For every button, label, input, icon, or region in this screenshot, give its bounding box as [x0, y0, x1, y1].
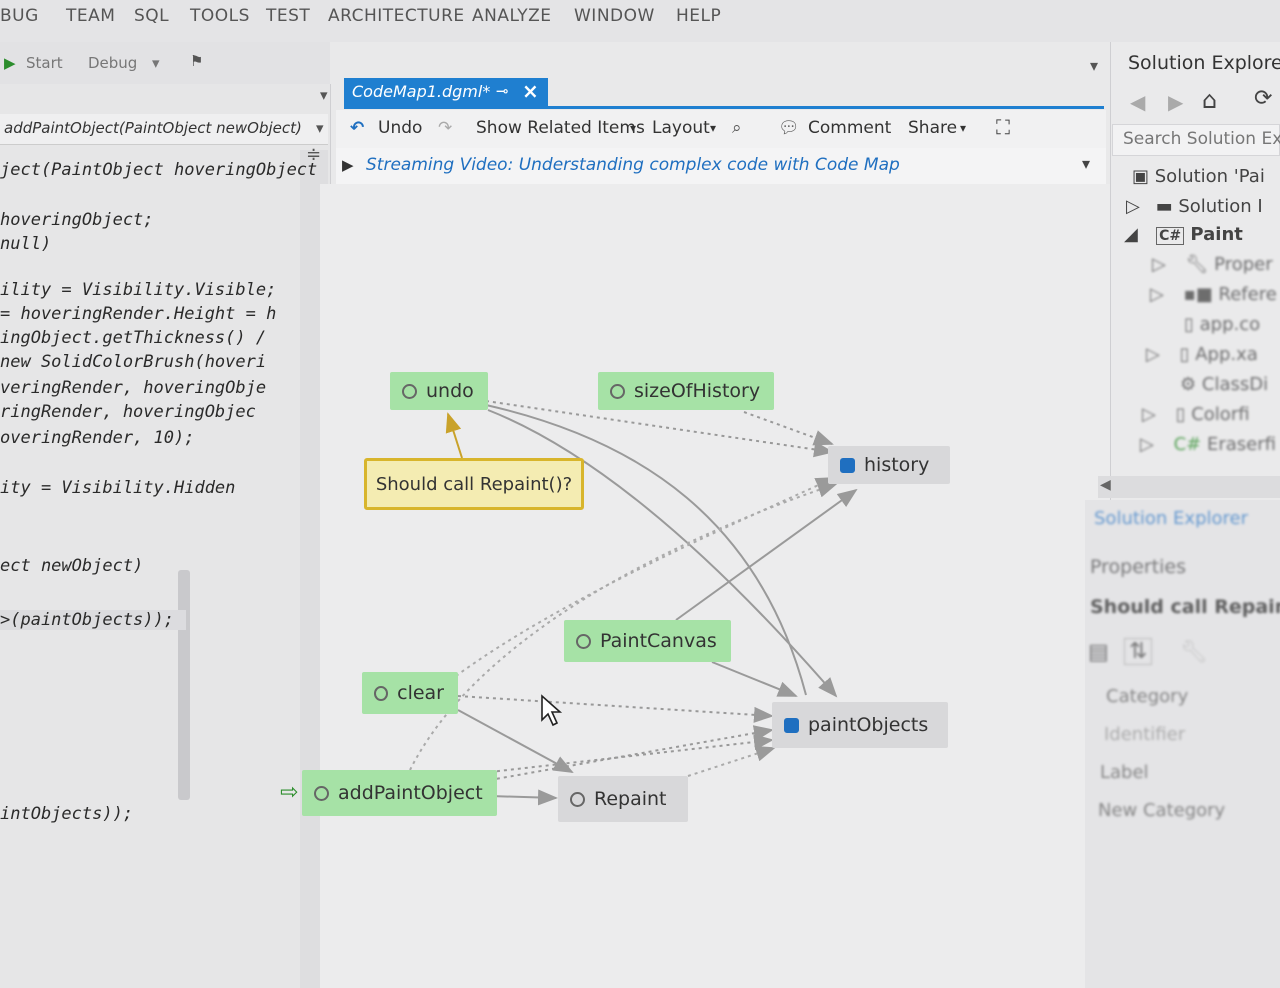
edge-repaint-paintobjects: [687, 745, 776, 777]
tree-item-class-diagram[interactable]: ⚙ ClassDi: [1180, 374, 1268, 395]
tree-item-eraserfill[interactable]: ▷ C# Eraserfi: [1140, 434, 1276, 455]
tree-item-app-config[interactable]: ▯ app.co: [1184, 314, 1260, 335]
method-icon: [402, 383, 417, 399]
properties-title: Properties: [1090, 556, 1187, 578]
wrench-icon[interactable]: 🔧︎: [1180, 640, 1208, 665]
method-icon: [314, 785, 329, 801]
tree-item-colorfill[interactable]: ▷ ▯ Colorfi: [1142, 404, 1250, 425]
tree-item-properties[interactable]: ▷ 🔧︎ Proper: [1152, 254, 1273, 275]
edge-sizeofhistory-history: [743, 411, 834, 446]
edge-comment-undo: [445, 412, 463, 459]
edge-clear-paintobjects: [457, 695, 774, 723]
edge-paintcanvas-paintobjects: [711, 661, 798, 697]
back-icon[interactable]: ◀: [1130, 90, 1145, 114]
properties-selected-object: Should call Repaint: [1090, 596, 1280, 618]
expand-icon[interactable]: ▷: [1140, 434, 1154, 455]
tree-item-paint[interactable]: ◢ C# Paint: [1124, 224, 1243, 245]
expand-icon[interactable]: ▷: [1142, 404, 1156, 425]
tree-item-solution[interactable]: ▣ Solution 'Pai: [1132, 166, 1265, 187]
home-icon[interactable]: ⌂: [1202, 86, 1217, 114]
categorized-icon[interactable]: ▤: [1088, 640, 1109, 665]
node-repaint[interactable]: Repaint: [558, 776, 688, 822]
tree-item-references[interactable]: ▷ ▪■ Refere: [1150, 284, 1277, 305]
node-clear[interactable]: clear: [362, 672, 458, 714]
forward-icon[interactable]: ▶: [1168, 90, 1183, 114]
node-history[interactable]: history: [828, 446, 950, 484]
method-icon: [570, 791, 585, 807]
file-icon: ▯: [1184, 314, 1194, 335]
method-icon: [610, 383, 625, 399]
property-row-label: Category: [1106, 686, 1189, 707]
node-label: history: [864, 454, 930, 476]
tree-item-app-xaml[interactable]: ▷ ▯ App.xa: [1146, 344, 1258, 365]
csharp-file-icon: C#: [1173, 434, 1202, 455]
tree-item-solution-items[interactable]: ▷ ▬ Solution I: [1126, 196, 1263, 217]
expand-icon[interactable]: ▷: [1126, 196, 1140, 217]
property-row-label: New Category: [1098, 800, 1226, 821]
edge-addpaintobject-repaint: [489, 789, 558, 806]
scroll-left-icon[interactable]: ◀: [1100, 477, 1111, 493]
refresh-icon[interactable]: ⟳: [1254, 86, 1272, 111]
method-icon: [576, 633, 591, 649]
field-icon: [784, 717, 799, 733]
node-label: addPaintObject: [338, 782, 483, 804]
file-icon: ▯: [1175, 404, 1186, 425]
alphabetical-icon[interactable]: ⇅: [1124, 638, 1153, 665]
wrench-icon: 🔧︎: [1185, 254, 1209, 275]
method-icon: [374, 685, 389, 701]
expand-icon[interactable]: ▷: [1150, 284, 1164, 305]
property-row-label: Identifier: [1104, 724, 1186, 745]
class-diagram-icon: ⚙: [1180, 374, 1197, 395]
node-label: sizeOfHistory: [634, 380, 761, 402]
node-label: clear: [397, 682, 444, 704]
node-label: PaintCanvas: [600, 630, 717, 652]
solution-search-input[interactable]: Search Solution Ex: [1112, 124, 1280, 156]
entry-point-icon: ⇨: [280, 780, 299, 805]
tab-solution-explorer[interactable]: Solution Explorer: [1094, 508, 1248, 529]
node-paintobjects[interactable]: paintObjects: [772, 702, 948, 748]
search-placeholder: Search Solution Ex: [1123, 129, 1280, 149]
node-label: Repaint: [594, 788, 667, 810]
folder-icon: ▬: [1155, 196, 1173, 217]
solution-icon: ▣: [1132, 166, 1150, 187]
node-sizeofhistory[interactable]: sizeOfHistory: [598, 372, 775, 410]
property-row-label: Label: [1100, 762, 1149, 783]
references-icon: ▪■: [1183, 284, 1213, 305]
solution-explorer-scrollbar[interactable]: ◀: [1098, 476, 1280, 498]
csharp-project-icon: C#: [1156, 227, 1185, 245]
node-undo[interactable]: undo: [390, 372, 488, 410]
node-label: paintObjects: [808, 714, 929, 736]
node-paintcanvas[interactable]: PaintCanvas: [564, 620, 731, 662]
mouse-pointer-icon: [541, 694, 563, 727]
comment-node[interactable]: Should call Repaint()?: [364, 458, 584, 510]
expand-icon[interactable]: ▷: [1146, 344, 1160, 365]
edge-addpaintobject-paintobjects-2: [489, 734, 774, 773]
node-label: undo: [426, 380, 474, 402]
expand-icon[interactable]: ▷: [1152, 254, 1166, 275]
node-addpaintobject[interactable]: addPaintObject: [302, 770, 497, 816]
file-icon: ▯: [1179, 344, 1190, 365]
solution-explorer-title: Solution Explorer: [1128, 52, 1280, 74]
field-icon: [840, 457, 855, 473]
collapse-icon[interactable]: ◢: [1124, 224, 1138, 245]
